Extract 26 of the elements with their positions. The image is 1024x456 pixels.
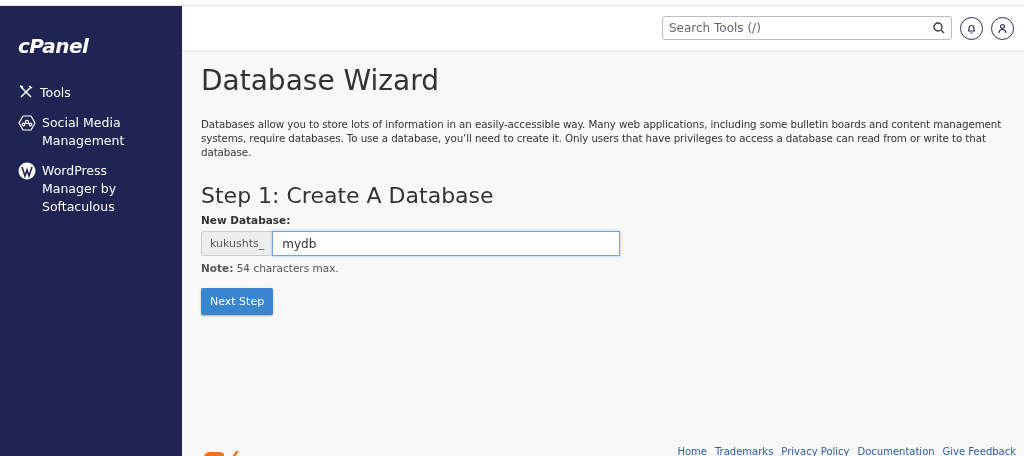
footer-link[interactable]: Trademarks xyxy=(715,446,774,456)
note-text: Note: 54 characters max. xyxy=(201,262,340,274)
tools-icon xyxy=(18,84,34,100)
bell-icon xyxy=(966,22,977,34)
field-label: New Database: xyxy=(201,214,292,226)
cpanel-logo: cPanel xyxy=(18,34,90,58)
footer-link[interactable]: Give Feedback xyxy=(942,446,1016,456)
step-title: Step 1: Create A Database xyxy=(201,183,495,208)
sidebar-item[interactable]: Social Media Management xyxy=(18,114,182,150)
search-icon xyxy=(933,22,945,34)
next-step-button[interactable]: Next Step xyxy=(201,288,274,315)
sidebar-item[interactable]: Tools xyxy=(18,84,182,102)
intro-text: Databases allow you to store lots of information in an easily-accessible way. Many web applications, including some bulletin boards and content management systems, require databases. To use a database, you’ll need to create it. Only users that have privileges to access a database can read from or write to that database. xyxy=(201,117,1003,159)
user-icon xyxy=(997,22,1008,34)
database-name-field[interactable]: mydb xyxy=(272,231,621,256)
footer-link[interactable]: Documentation xyxy=(857,446,935,456)
footer-link[interactable]: Home xyxy=(677,446,707,456)
logo-icon xyxy=(202,451,242,456)
search-field[interactable]: Search Tools (/) xyxy=(662,16,952,40)
sidebar-item[interactable]: WordPress Manager by Softaculous xyxy=(18,162,182,216)
page-title: Database Wizard xyxy=(201,64,440,97)
user-button[interactable] xyxy=(991,16,1014,40)
notifications-button[interactable] xyxy=(960,16,983,40)
network-icon xyxy=(18,114,36,132)
wordpress-icon xyxy=(18,162,36,180)
prefix-addon: kukushts_ xyxy=(201,231,273,256)
